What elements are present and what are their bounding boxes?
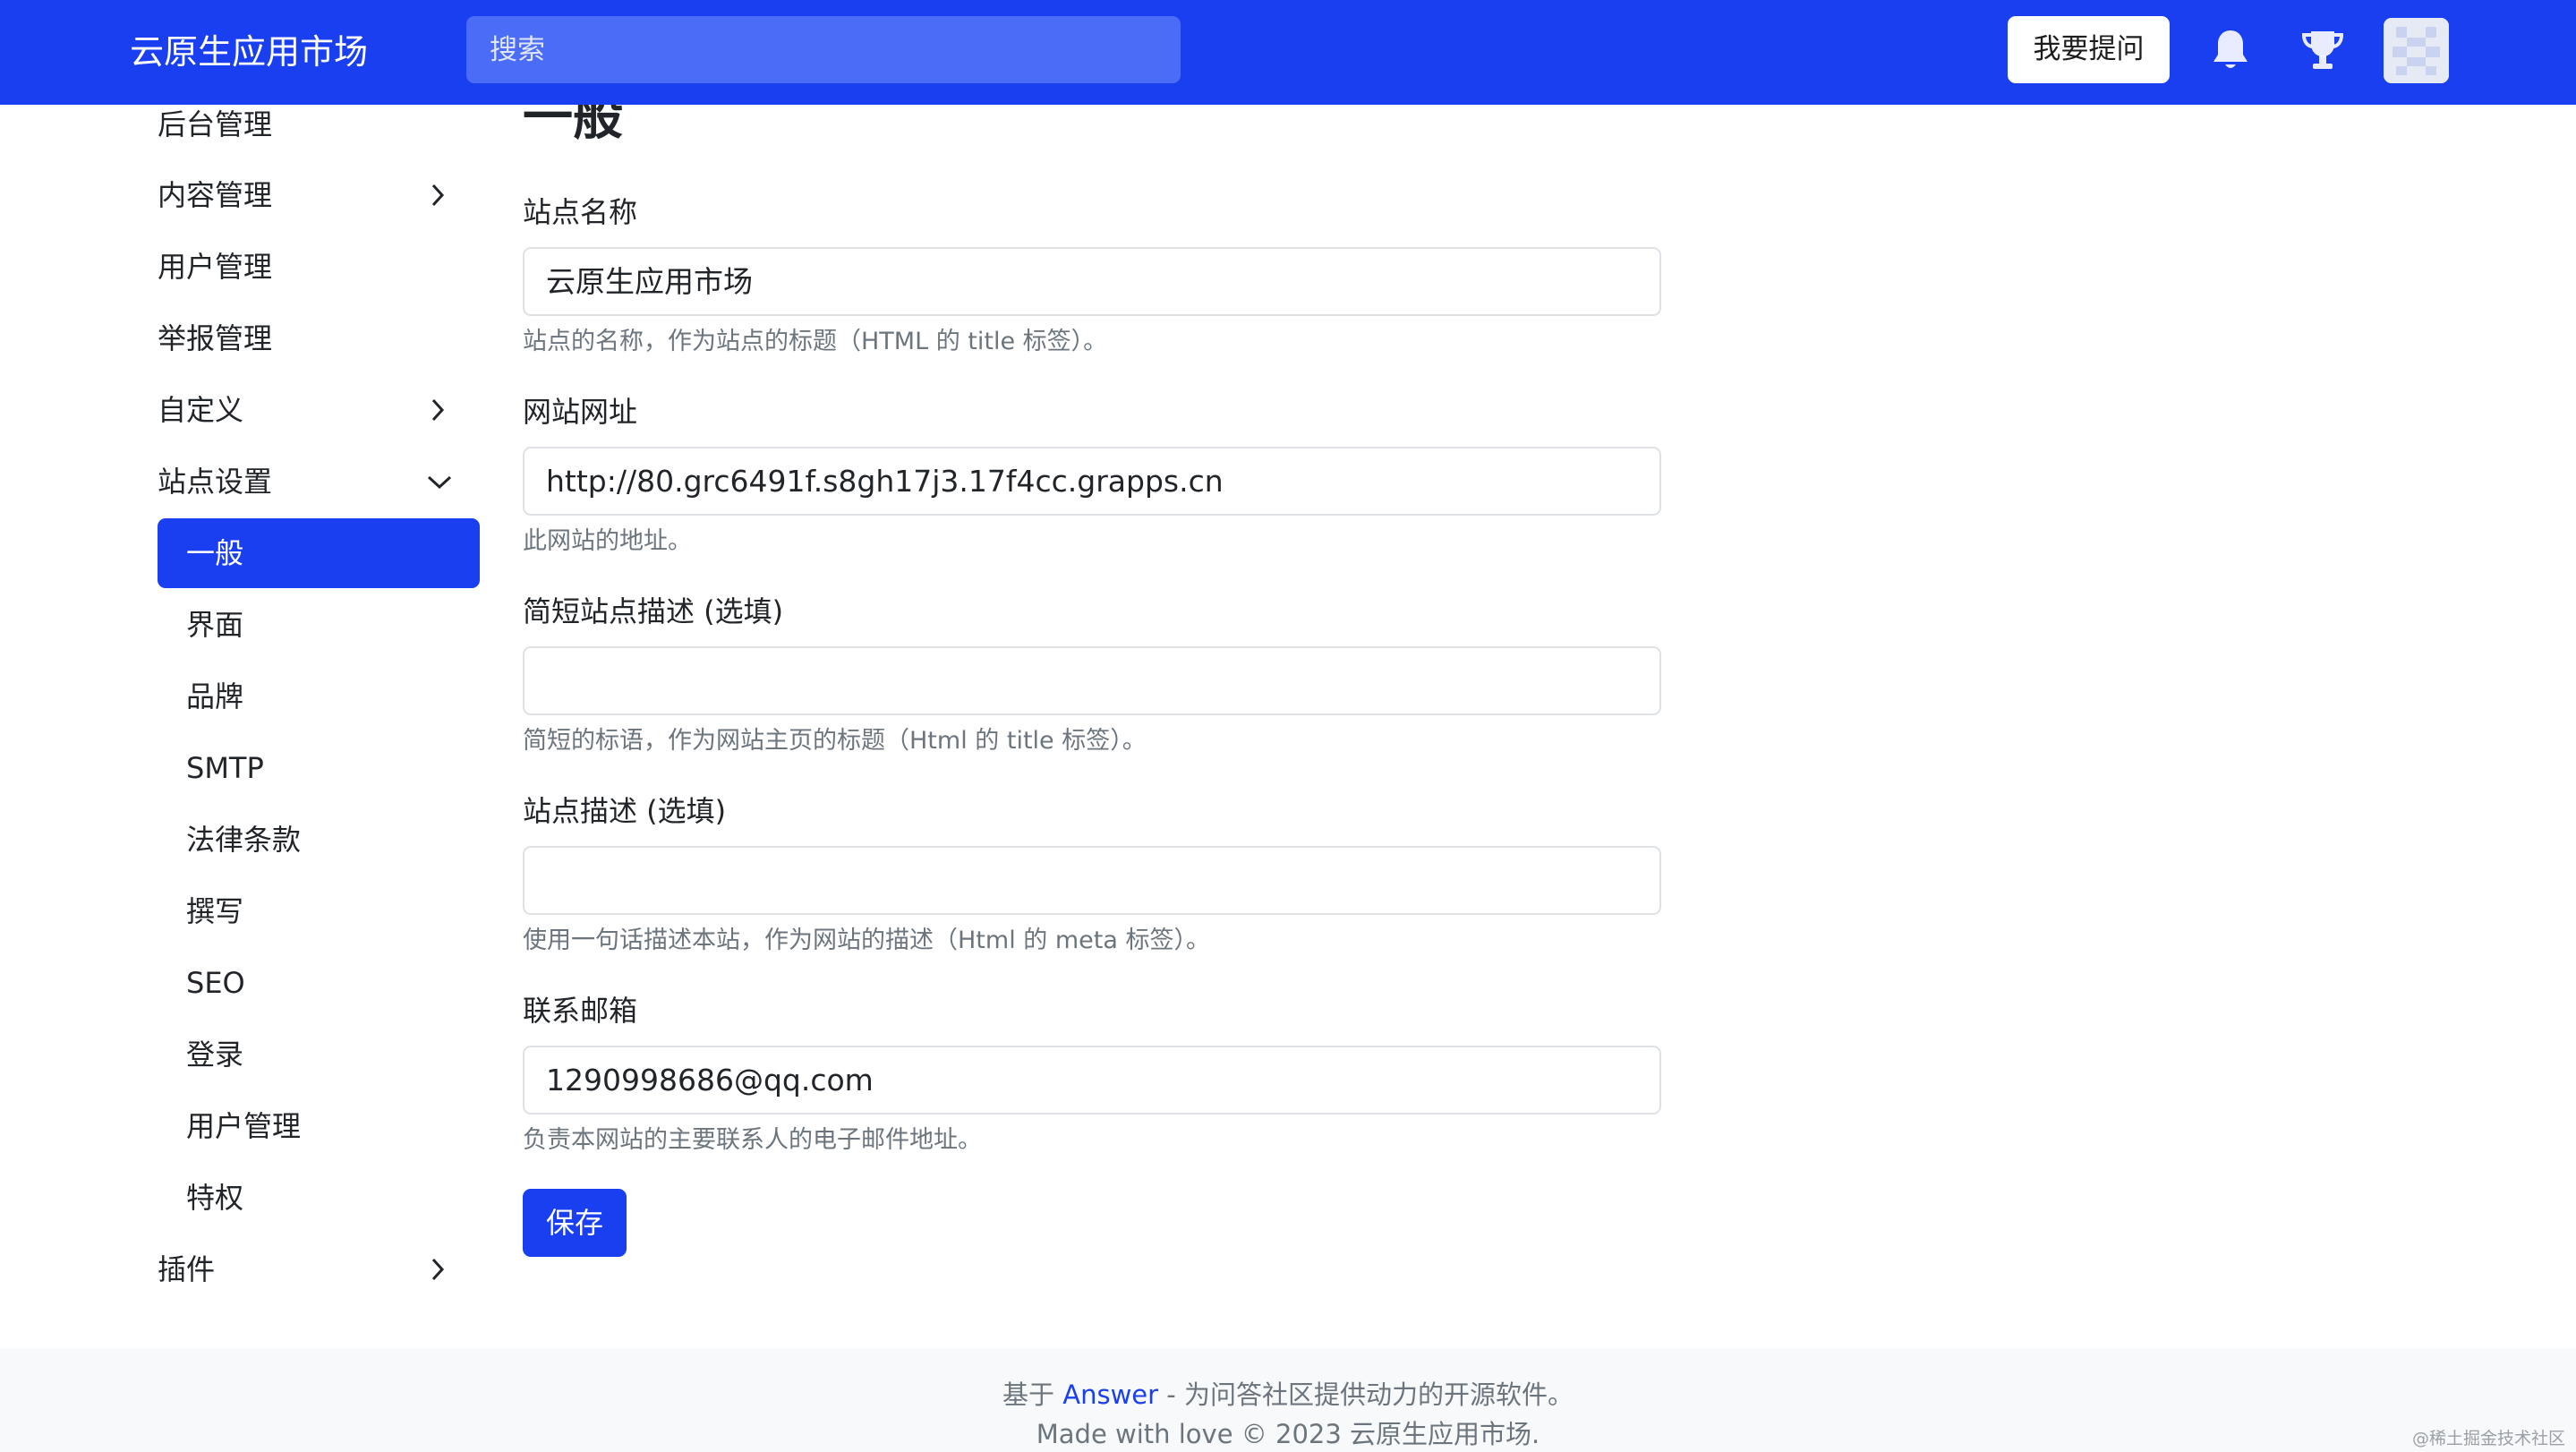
site-description-help: 使用一句话描述本站，作为网站的描述（Html 的 meta 标签）。 bbox=[523, 927, 1210, 954]
ask-question-button[interactable]: 我要提问 bbox=[2008, 16, 2170, 83]
sidebar-subitem-branding[interactable]: 品牌 bbox=[158, 662, 480, 731]
sidebar-item-site-settings[interactable]: 站点设置 bbox=[158, 447, 480, 517]
top-navbar: 云原生应用市场 我要提问 bbox=[0, 0, 2576, 105]
contact-email-help: 负责本网站的主要联系人的电子邮件地址。 bbox=[523, 1126, 982, 1154]
brand-logo[interactable]: 云原生应用市场 bbox=[130, 25, 368, 79]
answer-link[interactable]: Answer bbox=[1062, 1379, 1158, 1410]
save-button[interactable]: 保存 bbox=[523, 1189, 627, 1257]
site-description-input[interactable] bbox=[523, 846, 1661, 915]
site-url-help: 此网站的地址。 bbox=[523, 527, 692, 555]
site-description-label: 站点描述 (选填) bbox=[523, 794, 727, 828]
sidebar-item-label: 用户管理 bbox=[158, 250, 273, 284]
chevron-right-icon bbox=[428, 160, 448, 230]
sidebar-subitem-seo[interactable]: SEO bbox=[158, 948, 480, 1018]
bell-icon[interactable] bbox=[2200, 20, 2261, 81]
sidebar-subitem-write[interactable]: 撰写 bbox=[158, 876, 480, 946]
site-name-label: 站点名称 bbox=[523, 195, 638, 229]
contact-email-input[interactable]: 1290998686@qq.com bbox=[523, 1046, 1661, 1115]
footer-prefix: 基于 bbox=[1002, 1379, 1055, 1410]
footer-copyright: Made with love © 2023 云原生应用市场. bbox=[1036, 1419, 1540, 1449]
sidebar-subitem-login[interactable]: 登录 bbox=[158, 1020, 480, 1089]
sidebar-item-reports[interactable]: 举报管理 bbox=[158, 303, 480, 373]
sidebar-subitem-interface[interactable]: 界面 bbox=[158, 590, 480, 660]
sidebar-item-content[interactable]: 内容管理 bbox=[158, 160, 480, 230]
sidebar-item-label: 后台管理 bbox=[158, 107, 273, 141]
sidebar-subitem-users[interactable]: 用户管理 bbox=[158, 1091, 480, 1161]
short-description-help: 简短的标语，作为网站主页的标题（Html 的 title 标签）。 bbox=[523, 727, 1147, 755]
chevron-down-icon bbox=[426, 447, 453, 517]
sidebar-subitem-privileges[interactable]: 特权 bbox=[158, 1163, 480, 1233]
sidebar-item-label: 举报管理 bbox=[158, 321, 273, 355]
sidebar-subitem-smtp[interactable]: SMTP bbox=[158, 733, 480, 803]
site-name-help: 站点的名称，作为站点的标题（HTML 的 title 标签）。 bbox=[523, 328, 1108, 355]
footer-suffix: - 为问答社区提供动力的开源软件。 bbox=[1158, 1379, 1574, 1410]
chevron-right-icon bbox=[428, 375, 448, 445]
sidebar-item-users[interactable]: 用户管理 bbox=[158, 232, 480, 302]
short-description-input[interactable] bbox=[523, 646, 1661, 715]
watermark: @稀土掘金技术社区 bbox=[2411, 1429, 2565, 1448]
sidebar-item-label: 内容管理 bbox=[158, 178, 273, 212]
sidebar-subitem-legal[interactable]: 法律条款 bbox=[158, 805, 480, 875]
search-input[interactable] bbox=[466, 16, 1181, 83]
site-name-input[interactable]: 云原生应用市场 bbox=[523, 247, 1661, 316]
footer-powered-by: 基于 Answer - 为问答社区提供动力的开源软件。 bbox=[0, 1377, 2576, 1413]
sidebar-item-plugins[interactable]: 插件 bbox=[158, 1234, 480, 1304]
site-url-label: 网站网址 bbox=[523, 395, 638, 429]
sidebar-item-customize[interactable]: 自定义 bbox=[158, 375, 480, 445]
chevron-right-icon bbox=[428, 1234, 448, 1304]
contact-email-label: 联系邮箱 bbox=[523, 994, 638, 1028]
sidebar-subitem-general[interactable]: 一般 bbox=[158, 518, 480, 588]
sidebar-item-label: 站点设置 bbox=[158, 465, 273, 499]
site-url-input[interactable]: http://80.grc6491f.s8gh17j3.17f4cc.grapp… bbox=[523, 447, 1661, 516]
short-description-label: 简短站点描述 (选填) bbox=[523, 594, 784, 628]
avatar[interactable] bbox=[2384, 18, 2449, 83]
sidebar-item-label: 插件 bbox=[158, 1252, 216, 1286]
trophy-icon[interactable] bbox=[2292, 20, 2353, 81]
sidebar-item-label: 自定义 bbox=[158, 393, 244, 427]
